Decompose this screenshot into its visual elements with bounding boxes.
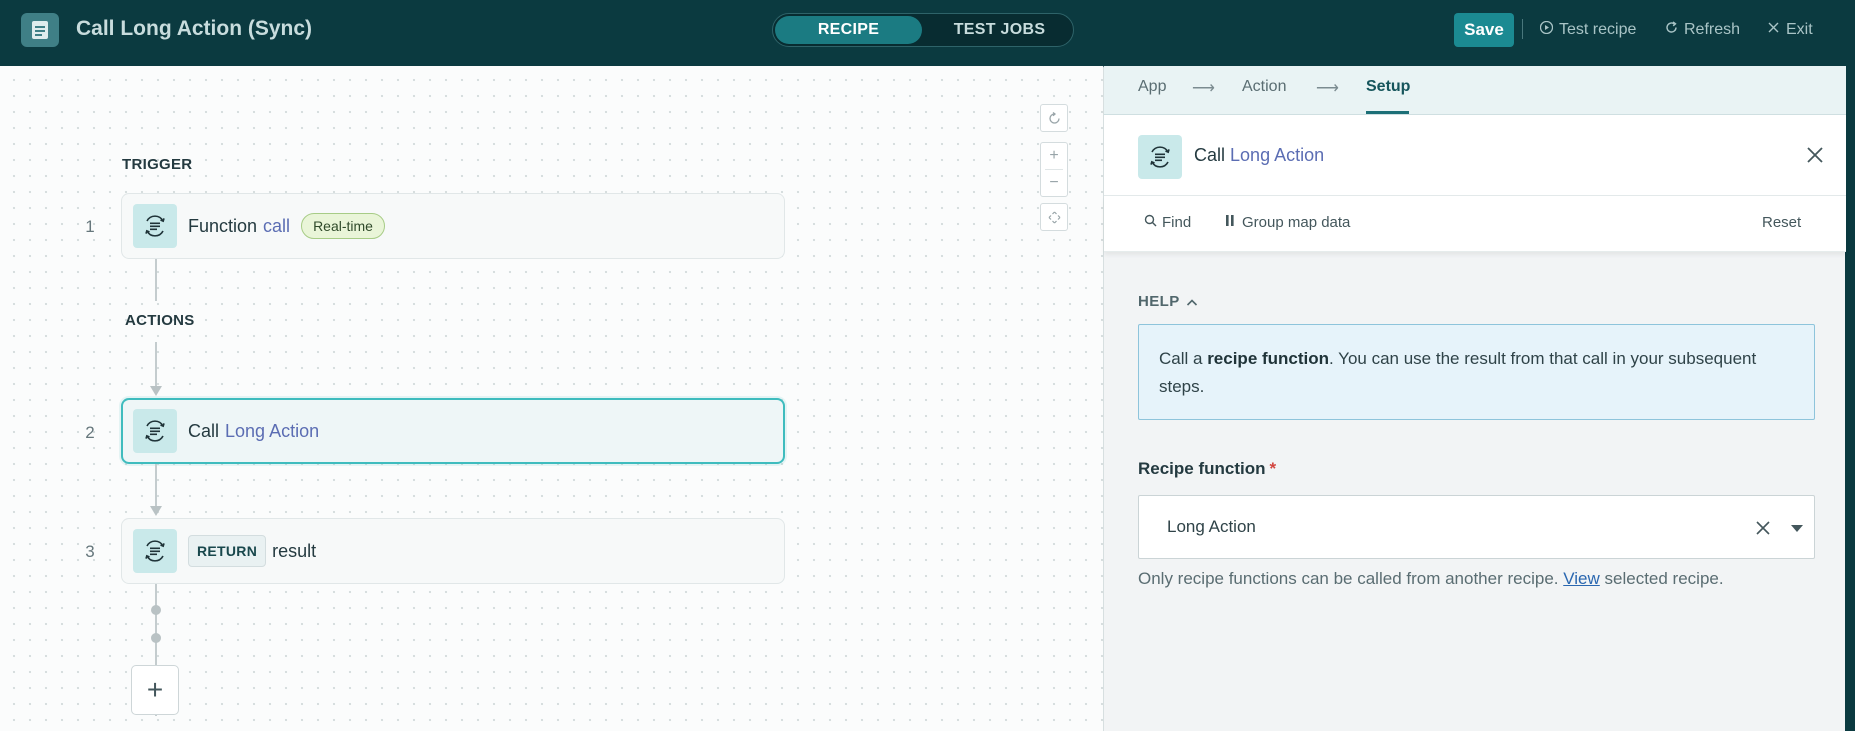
step-text-plain: Function — [188, 215, 258, 236]
step-title-plain: Call — [1194, 145, 1226, 165]
step-title: Call Long Action — [1194, 145, 1324, 166]
recipe-canvas[interactable]: + − TRIGGER 1 Function call Real-time AC… — [0, 66, 1103, 731]
field-label-text: Recipe function — [1138, 459, 1266, 478]
connector-line — [155, 342, 157, 386]
test-recipe-label: Test recipe — [1559, 21, 1637, 38]
step-text-highlight: call — [263, 215, 291, 236]
action-step-text: Call Long Action — [188, 421, 319, 442]
caret-down-icon[interactable] — [1791, 525, 1803, 532]
view-recipe-link[interactable]: View — [1563, 569, 1600, 588]
reset-button[interactable]: Reset — [1762, 214, 1801, 231]
recipe-title: Call Long Action (Sync) — [76, 17, 313, 40]
step-number: 1 — [85, 217, 95, 236]
search-icon — [1144, 214, 1157, 231]
function-icon — [1138, 135, 1182, 179]
step-text-highlight: Long Action — [225, 420, 320, 441]
breadcrumb: App ⟶ Action ⟶ Setup — [1104, 66, 1846, 115]
top-bar: Call Long Action (Sync) RECIPE TEST JOBS… — [0, 0, 1855, 66]
required-mark: * — [1269, 459, 1277, 478]
trigger-section-label: TRIGGER — [122, 156, 193, 173]
selected-recipe-value: Long Action — [1167, 517, 1256, 536]
chevron-up-icon — [1186, 293, 1198, 310]
group-map-data-button[interactable]: Group map data — [1224, 214, 1350, 231]
realtime-badge: Real-time — [301, 213, 385, 239]
breadcrumb-setup[interactable]: Setup — [1366, 78, 1410, 96]
connector-arrow — [150, 506, 162, 516]
fit-view-icon[interactable] — [1041, 204, 1067, 230]
step-config-panel: App ⟶ Action ⟶ Setup Call Long Action Fi… — [1103, 66, 1846, 731]
connector-dot — [151, 605, 161, 615]
close-panel-icon[interactable] — [1804, 144, 1826, 166]
step-text-plain: result — [272, 540, 317, 561]
group-map-label: Group map data — [1242, 214, 1351, 231]
clear-icon[interactable] — [1755, 520, 1771, 536]
add-step-button[interactable]: + — [131, 665, 179, 715]
action-step-card-selected[interactable]: Call Long Action — [121, 398, 785, 464]
exit-button[interactable]: Exit — [1767, 19, 1813, 41]
breadcrumb-app[interactable]: App — [1138, 78, 1166, 96]
zoom-controls: + − — [1040, 142, 1068, 197]
step-header: Call Long Action — [1104, 115, 1846, 196]
refresh-label: Refresh — [1684, 21, 1741, 38]
reset-view-icon[interactable] — [1041, 105, 1067, 131]
hint-text-before: Only recipe functions can be called from… — [1138, 569, 1564, 588]
connector-line — [155, 259, 157, 301]
group-map-icon — [1224, 214, 1237, 231]
active-breadcrumb-indicator — [1366, 111, 1409, 114]
step-title-highlight: Long Action — [1230, 145, 1325, 165]
connector-line — [155, 464, 157, 506]
exit-label: Exit — [1786, 21, 1813, 38]
header-divider — [1522, 19, 1523, 39]
find-button[interactable]: Find — [1144, 214, 1191, 231]
return-step-card[interactable]: RETURN result — [121, 518, 785, 584]
refresh-button[interactable]: Refresh — [1665, 19, 1740, 41]
fit-view-control — [1040, 203, 1068, 231]
recipe-doc-icon[interactable] — [21, 13, 59, 47]
step-number: 2 — [85, 423, 95, 442]
save-button[interactable]: Save — [1454, 13, 1514, 47]
connector-arrow — [150, 386, 162, 396]
function-icon — [133, 204, 177, 248]
close-icon — [1767, 21, 1780, 39]
help-header-label: HELP — [1138, 293, 1180, 310]
test-recipe-button[interactable]: Test recipe — [1539, 19, 1637, 41]
step-number: 3 — [85, 542, 95, 561]
play-icon — [1539, 20, 1554, 39]
refresh-icon — [1665, 21, 1678, 39]
return-step-text: RETURN result — [188, 535, 316, 567]
help-box: Call a recipe function. You can use the … — [1138, 324, 1815, 420]
field-hint: Only recipe functions can be called from… — [1138, 569, 1724, 589]
help-toggle[interactable]: HELP — [1138, 293, 1198, 310]
breadcrumb-separator-icon: ⟶ — [1316, 80, 1339, 97]
tab-recipe[interactable]: RECIPE — [775, 16, 922, 44]
connector-dot — [151, 633, 161, 643]
return-keyword-badge: RETURN — [188, 535, 267, 567]
mode-toggle: RECIPE TEST JOBS — [772, 13, 1074, 47]
zoom-out-icon[interactable]: − — [1041, 170, 1067, 196]
help-text-before: Call a — [1159, 349, 1208, 368]
recipe-function-label: Recipe function * — [1138, 459, 1276, 479]
reset-view-control — [1040, 104, 1068, 132]
actions-section-label: ACTIONS — [125, 312, 195, 329]
trigger-step-text: Function call Real-time — [188, 213, 385, 239]
zoom-in-icon[interactable]: + — [1041, 143, 1067, 169]
step-text-plain: Call — [188, 420, 220, 441]
hint-text-after: selected recipe. — [1599, 569, 1724, 588]
trigger-step-card[interactable]: Function call Real-time — [121, 193, 785, 259]
breadcrumb-action[interactable]: Action — [1242, 78, 1286, 96]
help-text-bold: recipe function — [1207, 349, 1330, 368]
function-icon — [133, 409, 177, 453]
function-icon — [133, 529, 177, 573]
find-label: Find — [1162, 214, 1192, 231]
tab-test-jobs[interactable]: TEST JOBS — [928, 16, 1071, 44]
recipe-function-select[interactable]: Long Action — [1138, 495, 1815, 559]
panel-toolbar: Find Group map data Reset — [1104, 196, 1846, 252]
breadcrumb-separator-icon: ⟶ — [1192, 80, 1215, 97]
